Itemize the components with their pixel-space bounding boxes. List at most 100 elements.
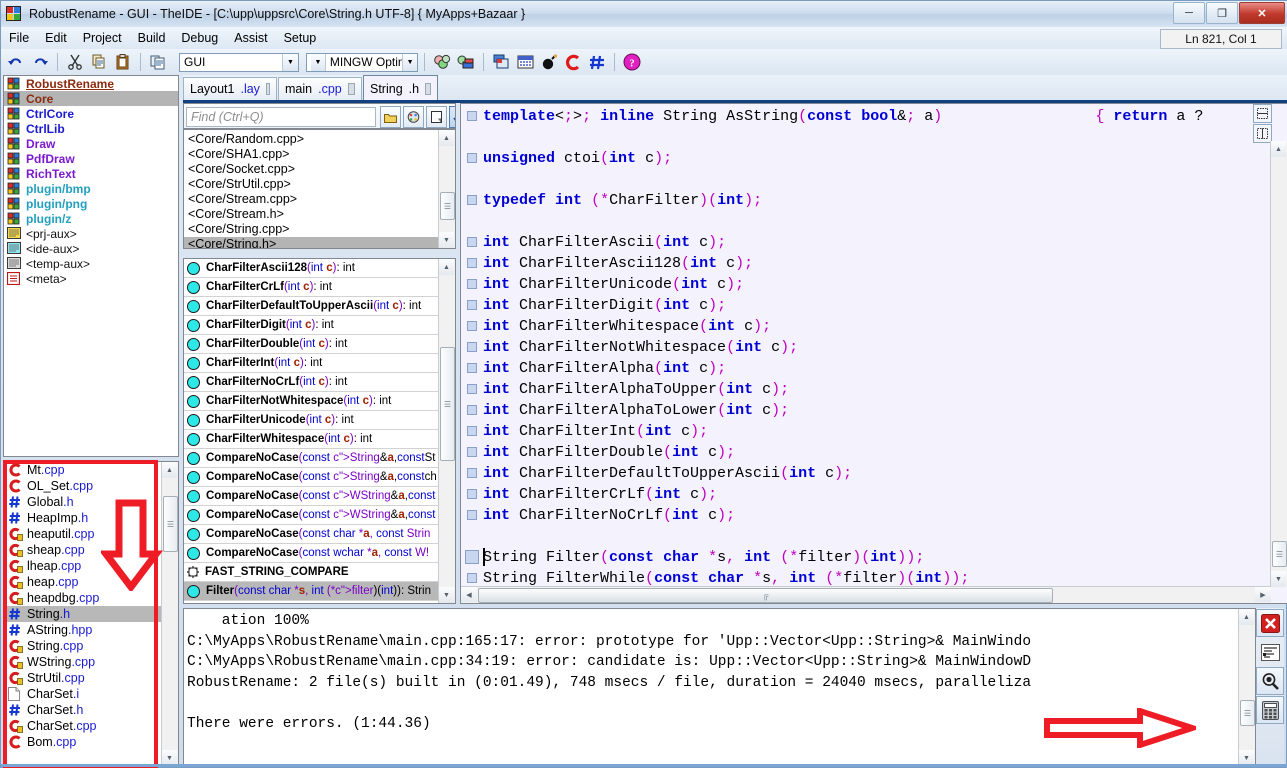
include-item-2[interactable]: <Core/Socket.cpp> bbox=[184, 162, 439, 177]
menu-build[interactable]: Build bbox=[130, 29, 174, 47]
scroll-thumb[interactable]: ☰ bbox=[440, 347, 455, 461]
package-item-10[interactable]: <prj-aux> bbox=[4, 226, 178, 241]
function-item-5[interactable]: CharFilterInt(int c) : int bbox=[184, 354, 439, 373]
build-method-combo[interactable]: ▼ MINGW Optim ▼ bbox=[306, 53, 418, 72]
scroll-up-icon[interactable]: ▲ bbox=[439, 259, 454, 275]
fold-marker[interactable] bbox=[467, 384, 477, 394]
fold-marker[interactable] bbox=[467, 405, 477, 415]
close-red-icon[interactable] bbox=[1256, 609, 1284, 637]
file-item-15[interactable]: CharSet.h bbox=[4, 702, 162, 718]
page-icon[interactable] bbox=[426, 106, 447, 128]
find-icon[interactable] bbox=[1256, 667, 1284, 695]
function-item-17[interactable]: Filter(const char *s, int (*c">filter)(i… bbox=[184, 582, 439, 601]
include-item-3[interactable]: <Core/StrUtil.cpp> bbox=[184, 177, 439, 192]
package-item-5[interactable]: PdfDraw bbox=[4, 151, 178, 166]
console-scrollbar[interactable]: ▲ ☰ ▼ bbox=[1238, 609, 1255, 766]
file-item-5[interactable]: sheap.cpp bbox=[4, 542, 162, 558]
file-item-3[interactable]: HeapImp.h bbox=[4, 510, 162, 526]
fold-marker[interactable] bbox=[467, 363, 477, 373]
copy-icon[interactable] bbox=[88, 51, 110, 73]
file-item-4[interactable]: heaputil.cpp bbox=[4, 526, 162, 542]
function-item-14[interactable]: CompareNoCase(const char *a, const Strin bbox=[184, 525, 439, 544]
file-item-7[interactable]: heap.cpp bbox=[4, 574, 162, 590]
rebuild-icon[interactable] bbox=[562, 51, 584, 73]
package-item-2[interactable]: CtrlCore bbox=[4, 106, 178, 121]
function-item-4[interactable]: CharFilterDouble(int c) : int bbox=[184, 335, 439, 354]
function-item-16[interactable]: FAST_STRING_COMPARE bbox=[184, 563, 439, 582]
function-item-8[interactable]: CharFilterUnicode(int c) : int bbox=[184, 411, 439, 430]
function-item-0[interactable]: CharFilterAscii128(int c) : int bbox=[184, 259, 439, 278]
package-item-11[interactable]: <ide-aux> bbox=[4, 241, 178, 256]
editor-vertical-scrollbar[interactable]: ▲ ☰ ▼ bbox=[1270, 141, 1287, 587]
file-item-13[interactable]: StrUtil.cpp bbox=[4, 670, 162, 686]
editor-split-horizontal-icon[interactable] bbox=[1253, 104, 1272, 123]
close-button[interactable]: ✕ bbox=[1239, 2, 1285, 24]
tab-layout1-lay[interactable]: Layout1.lay bbox=[183, 77, 277, 100]
include-item-5[interactable]: <Core/Stream.h> bbox=[184, 207, 439, 222]
file-list-scrollbar[interactable]: ▲ ☰ ▼ bbox=[161, 462, 178, 766]
file-item-10[interactable]: AString.hpp bbox=[4, 622, 162, 638]
scroll-thumb[interactable]: ╔ bbox=[478, 588, 1053, 603]
cut-icon[interactable] bbox=[64, 51, 86, 73]
stop-icon[interactable] bbox=[538, 51, 560, 73]
palette-icon[interactable] bbox=[403, 106, 424, 128]
tab-close-icon[interactable] bbox=[266, 83, 270, 95]
fold-marker[interactable] bbox=[467, 279, 477, 289]
package-list[interactable]: RobustRenameCoreCtrlCoreCtrlLibDrawPdfDr… bbox=[3, 75, 179, 457]
function-item-13[interactable]: CompareNoCase(const c">WString& a, const bbox=[184, 506, 439, 525]
include-list-scrollbar[interactable]: ▲ ☰ ▼ bbox=[438, 130, 455, 248]
build-console[interactable]: ation 100%C:\MyApps\RobustRename\main.cp… bbox=[183, 608, 1256, 767]
include-item-0[interactable]: <Core/Random.cpp> bbox=[184, 132, 439, 147]
fold-marker[interactable] bbox=[467, 153, 477, 163]
file-item-16[interactable]: CharSet.cpp bbox=[4, 718, 162, 734]
menu-setup[interactable]: Setup bbox=[276, 29, 325, 47]
duplicate-icon[interactable] bbox=[147, 51, 169, 73]
tab-close-icon[interactable] bbox=[425, 83, 431, 95]
fold-marker[interactable] bbox=[467, 258, 477, 268]
scroll-up-icon[interactable]: ▲ bbox=[1271, 141, 1286, 157]
file-item-12[interactable]: WString.cpp bbox=[4, 654, 162, 670]
fold-marker[interactable] bbox=[467, 447, 477, 457]
fold-marker[interactable] bbox=[467, 342, 477, 352]
menu-debug[interactable]: Debug bbox=[173, 29, 226, 47]
scroll-up-icon[interactable]: ▲ bbox=[1239, 609, 1254, 625]
fold-marker[interactable] bbox=[467, 489, 477, 499]
maximize-button[interactable]: ❐ bbox=[1206, 2, 1238, 24]
include-file-list[interactable]: <Core/Random.cpp><Core/SHA1.cpp><Core/So… bbox=[183, 129, 456, 249]
run-icon[interactable] bbox=[490, 51, 512, 73]
scroll-up-icon[interactable]: ▲ bbox=[439, 130, 454, 146]
scroll-thumb[interactable]: ☰ bbox=[163, 496, 178, 552]
fold-marker[interactable] bbox=[467, 321, 477, 331]
chevron-down-icon[interactable]: ▼ bbox=[282, 54, 298, 71]
tab-close-icon[interactable] bbox=[348, 83, 355, 95]
package-item-12[interactable]: <temp-aux> bbox=[4, 256, 178, 271]
menu-project[interactable]: Project bbox=[75, 29, 130, 47]
fold-marker[interactable] bbox=[467, 573, 477, 583]
package-item-0[interactable]: RobustRename bbox=[4, 76, 178, 91]
file-item-6[interactable]: lheap.cpp bbox=[4, 558, 162, 574]
scroll-thumb[interactable]: ☰ bbox=[440, 192, 455, 220]
menu-edit[interactable]: Edit bbox=[37, 29, 75, 47]
redo-icon[interactable] bbox=[29, 51, 51, 73]
include-item-1[interactable]: <Core/SHA1.cpp> bbox=[184, 147, 439, 162]
paste-icon[interactable] bbox=[112, 51, 134, 73]
function-item-7[interactable]: CharFilterNotWhitespace(int c) : int bbox=[184, 392, 439, 411]
function-list[interactable]: CharFilterAscii128(int c) : int CharFilte… bbox=[183, 258, 456, 604]
file-item-14[interactable]: CharSet.i bbox=[4, 686, 162, 702]
package-item-3[interactable]: CtrlLib bbox=[4, 121, 178, 136]
fold-marker[interactable] bbox=[467, 111, 477, 121]
file-list[interactable]: Mt.cppOL_Set.cppGlobal.hHeapImp.hheaputi… bbox=[3, 461, 179, 767]
package-organizer-icon[interactable] bbox=[431, 51, 453, 73]
package-item-7[interactable]: plugin/bmp bbox=[4, 181, 178, 196]
file-item-8[interactable]: heapdbg.cpp bbox=[4, 590, 162, 606]
scroll-down-icon[interactable]: ▼ bbox=[439, 232, 454, 248]
editor-horizontal-scrollbar[interactable]: ◀ ╔ ▶ bbox=[461, 586, 1271, 603]
scroll-down-icon[interactable]: ▼ bbox=[1271, 571, 1286, 587]
fold-marker[interactable] bbox=[467, 468, 477, 478]
fold-marker[interactable] bbox=[467, 510, 477, 520]
main-package-combo[interactable]: GUI ▼ bbox=[179, 53, 299, 72]
function-item-10[interactable]: CompareNoCase(const c">String& a, const … bbox=[184, 449, 439, 468]
function-item-9[interactable]: CharFilterWhitespace(int c) : int bbox=[184, 430, 439, 449]
calculator-icon[interactable] bbox=[1256, 696, 1284, 724]
build-icon[interactable] bbox=[455, 51, 477, 73]
